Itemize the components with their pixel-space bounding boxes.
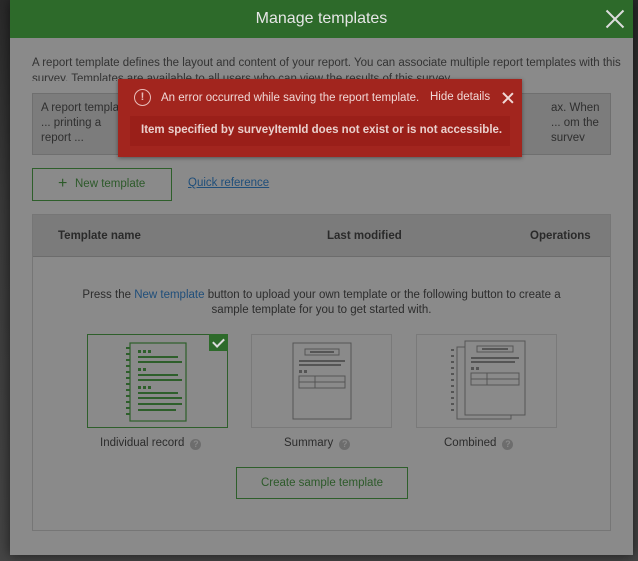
hint-text-end: button to upload your own template or th… xyxy=(204,289,561,316)
column-last-modified: Last modified xyxy=(327,230,402,242)
dialog-title: Manage templates xyxy=(255,10,388,27)
error-detail-text: Item specified by surveyItemId does not … xyxy=(141,124,503,136)
individual-record-text: Individual record xyxy=(100,437,185,449)
error-notification: ! An error occurred while saving the rep… xyxy=(118,79,522,157)
table-header: Template name Last modified Operations xyxy=(33,215,610,257)
quick-reference-link[interactable]: Quick reference xyxy=(188,177,269,189)
combined-text: Combined xyxy=(444,437,497,449)
error-message: An error occurred while saving the repor… xyxy=(161,92,420,104)
template-card-individual-record[interactable] xyxy=(87,334,228,428)
help-icon[interactable]: ? xyxy=(339,439,351,450)
error-icon: ! xyxy=(134,89,151,106)
check-icon xyxy=(209,334,228,351)
manage-templates-dialog: Manage templates A report template defin… xyxy=(10,0,633,555)
info-text-right: ax. When ... om the survey xyxy=(551,102,600,141)
summary-thumbnail-icon xyxy=(292,342,352,420)
column-template-name: Template name xyxy=(58,230,141,242)
combined-thumbnail-icon xyxy=(451,340,526,420)
template-label-combined: Combined? xyxy=(444,437,514,450)
summary-text: Summary xyxy=(284,437,334,449)
template-label-summary: Summary? xyxy=(284,437,351,450)
new-template-button[interactable]: + New template xyxy=(32,168,172,201)
new-template-label: New template xyxy=(75,178,146,190)
dialog-header: Manage templates xyxy=(10,0,633,38)
error-close-icon[interactable] xyxy=(502,92,514,104)
plus-icon: + xyxy=(58,175,68,192)
hint-new-template-link[interactable]: New template xyxy=(134,289,204,301)
intro-text: A report template defines the layout and… xyxy=(32,57,621,81)
error-detail-box: Item specified by surveyItemId does not … xyxy=(130,116,510,146)
column-operations: Operations xyxy=(530,230,591,242)
template-label-individual-record: Individual record? xyxy=(100,437,202,450)
help-icon[interactable]: ? xyxy=(190,439,202,450)
close-icon[interactable] xyxy=(604,8,626,30)
help-icon[interactable]: ? xyxy=(502,439,514,450)
hide-details-link[interactable]: Hide details xyxy=(430,91,490,103)
hint-text-start: Press the xyxy=(82,289,135,301)
template-card-summary[interactable] xyxy=(251,334,392,428)
create-sample-template-button[interactable]: Create sample template xyxy=(236,467,408,499)
empty-state-hint: Press the New template button to upload … xyxy=(73,288,570,318)
templates-table: Template name Last modified Operations P… xyxy=(32,214,611,531)
individual-record-thumbnail-icon xyxy=(126,342,187,422)
template-card-combined[interactable] xyxy=(416,334,557,428)
